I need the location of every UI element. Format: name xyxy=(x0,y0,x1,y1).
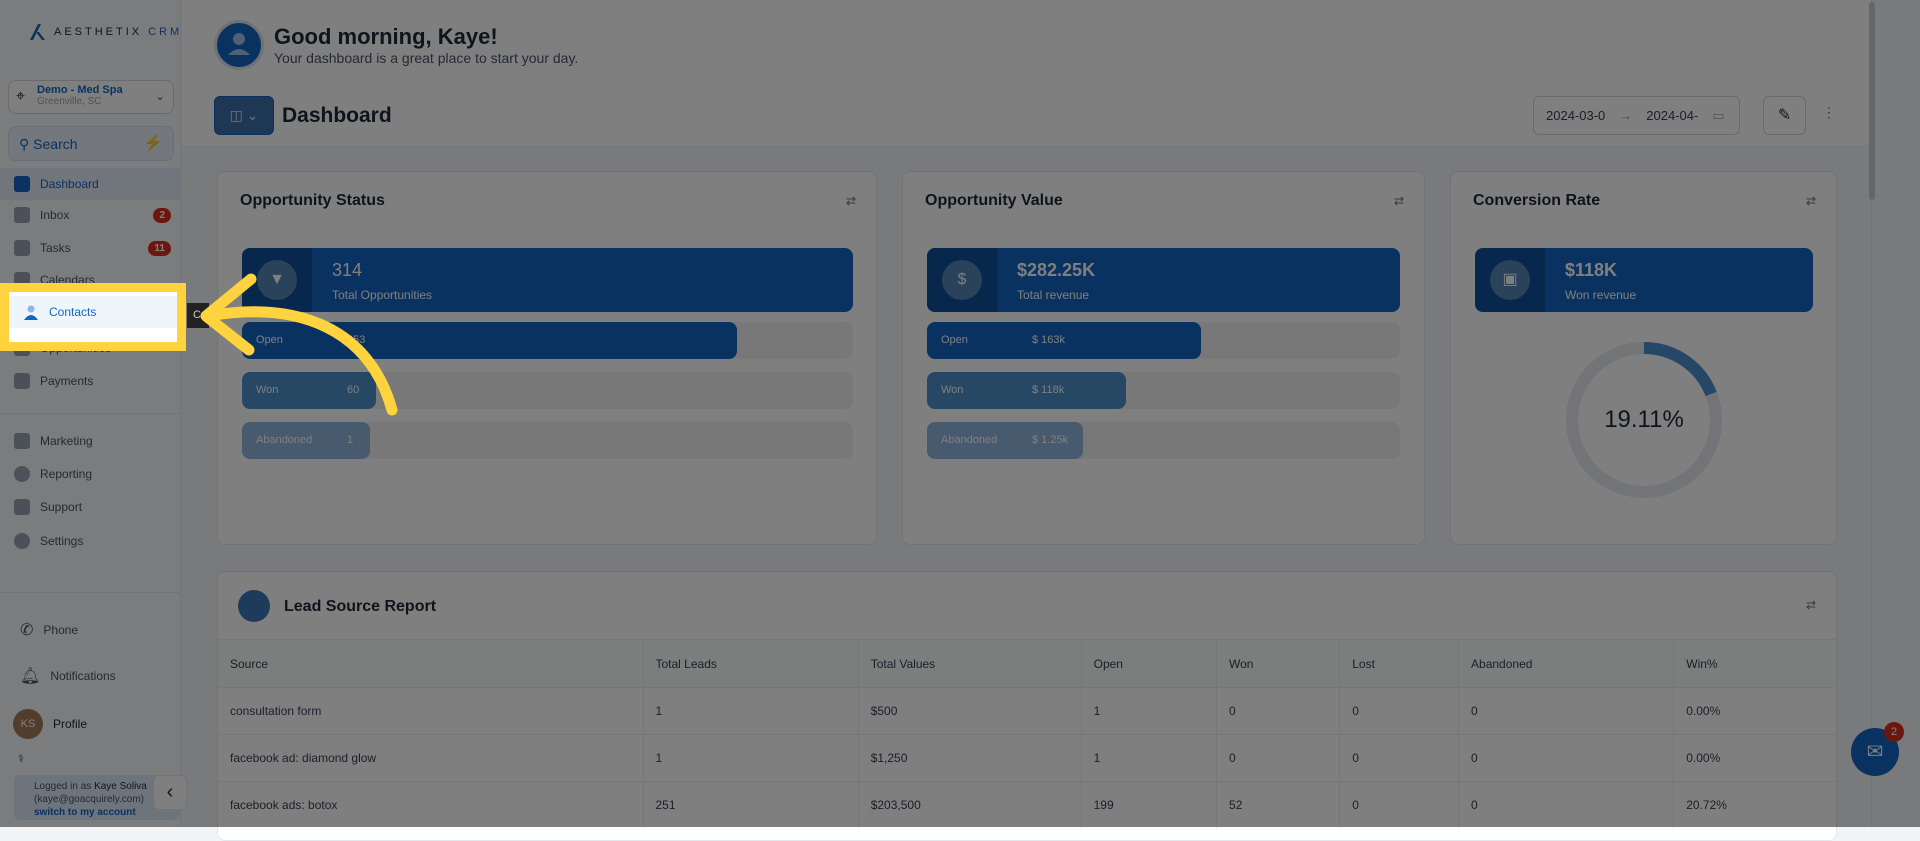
pointer-arrow xyxy=(200,273,398,416)
